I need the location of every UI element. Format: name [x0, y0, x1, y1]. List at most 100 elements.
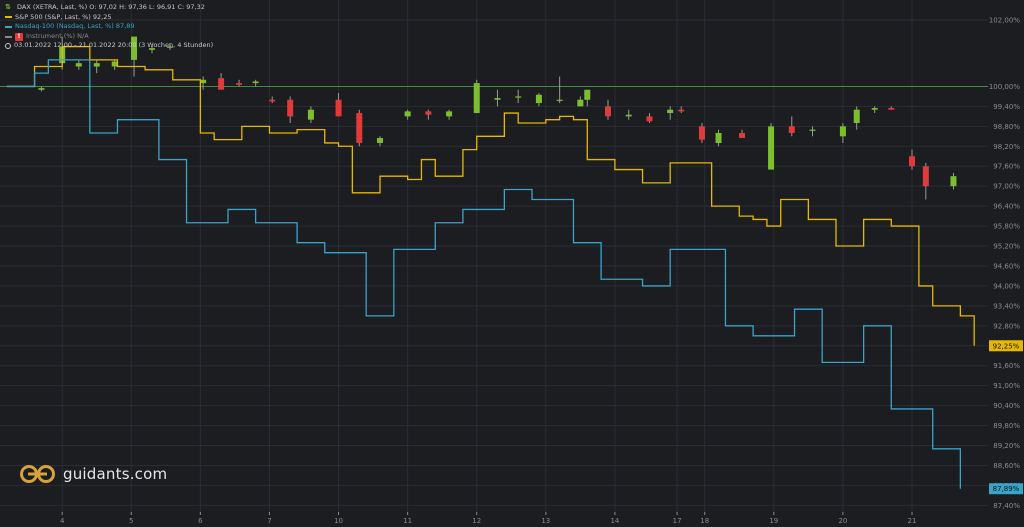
instrument-swatch-icon [5, 35, 12, 38]
y-tick-label: 91,00% [993, 382, 1020, 390]
dax-candle-body [871, 108, 878, 110]
sp500-series-line [6, 45, 975, 346]
y-tick-label: 93,40% [993, 302, 1020, 310]
y-tick-label: 98,20% [993, 143, 1020, 151]
x-tick-label: 18 [700, 517, 709, 525]
y-tick-label: 87,40% [993, 502, 1020, 510]
legend-instrument-label: Instrument (%) N/A [26, 31, 89, 40]
y-tick-label: 98,80% [993, 123, 1020, 131]
legend-nasdaq-label: Nasdaq-100 (Nasdaq, Last, %) 87,89 [15, 22, 135, 31]
logo-text: guidants.com [63, 465, 168, 483]
dax-candle-body [425, 111, 432, 115]
x-tick-label: 6 [198, 517, 203, 525]
dax-candle-body [646, 116, 653, 122]
legend-sp500[interactable]: S&P 500 (S&P, Last, %) 92,25 [5, 13, 213, 23]
dax-candle-body [473, 83, 480, 114]
sp500-last-value-label: 92,25% [993, 342, 1020, 350]
x-tick-label: 17 [673, 517, 682, 525]
dax-candle-body [922, 166, 929, 187]
dax-candle-body [335, 99, 342, 117]
y-tick-label: 94,00% [993, 282, 1020, 290]
y-tick-label: 100,00% [989, 83, 1020, 91]
warning-icon: ! [15, 32, 23, 41]
dax-candle-body [236, 83, 243, 85]
dax-candle-body [252, 81, 259, 84]
dax-candle-body [494, 98, 501, 100]
x-tick-label: 14 [610, 517, 619, 525]
dax-candle-body [667, 109, 674, 114]
dax-candle-body [577, 99, 584, 107]
x-tick-label: 20 [838, 517, 847, 525]
dax-candle-body [950, 176, 957, 187]
dax-candle-body [75, 63, 82, 67]
x-tick-label: 10 [334, 517, 343, 525]
dax-candle-body [678, 109, 685, 112]
y-tick-label: 95,20% [993, 243, 1020, 251]
dax-candle-body [715, 132, 722, 143]
dax-candle-body [788, 126, 795, 133]
y-tick-label: 90,40% [993, 402, 1020, 410]
legend-nasdaq[interactable]: Nasdaq-100 (Nasdaq, Last, %) 87,89 [5, 22, 213, 32]
nasdaq-series-line [6, 59, 962, 489]
x-tick-label: 11 [403, 517, 412, 525]
legend-dax[interactable]: ⇅ DAX (XETRA, Last, %) O: 97,02 H: 97,36… [5, 3, 213, 13]
x-axis: 4 5 6 7 10 11 12 13 14 17 18 19 20 21 [60, 512, 917, 525]
dax-candle-body [909, 156, 915, 167]
dax-candle-body [739, 132, 746, 138]
x-tick-label: 12 [472, 517, 481, 525]
y-tick-label: 88,60% [993, 462, 1020, 470]
chart-legend: ⇅ DAX (XETRA, Last, %) O: 97,02 H: 97,36… [5, 3, 213, 51]
dax-candle-body [446, 111, 453, 117]
dax-candles [38, 36, 957, 200]
dax-candle-body [38, 88, 45, 90]
dax-candle-body [556, 99, 563, 101]
dax-candle-body [93, 63, 100, 67]
y-tick-label: 89,80% [993, 422, 1020, 430]
x-tick-label: 19 [769, 517, 778, 525]
dax-candle-body [768, 126, 775, 170]
y-tick-label: 97,00% [993, 183, 1020, 191]
clock-icon [5, 43, 11, 50]
dax-candle-body [584, 89, 591, 100]
legend-sp500-label: S&P 500 (S&P, Last, %) 92,25 [15, 12, 112, 21]
x-tick-label: 13 [541, 517, 550, 525]
guidants-logo[interactable]: guidants.com [19, 464, 167, 484]
dax-candle-body [535, 94, 542, 104]
y-tick-label: 102,00% [989, 16, 1020, 24]
sp500-swatch-icon [5, 16, 12, 19]
x-tick-label: 7 [267, 517, 271, 525]
nasdaq-swatch-icon [5, 25, 12, 28]
guidants-logo-icon [20, 465, 55, 483]
y-tick-label: 91,60% [993, 362, 1020, 370]
dax-candle-body [404, 111, 411, 117]
dax-candle-body [307, 109, 314, 120]
y-tick-label: 97,60% [993, 163, 1020, 171]
dax-candle-body [200, 79, 207, 84]
y-tick-label: 95,80% [993, 223, 1020, 231]
dax-candle-body [888, 108, 895, 110]
dax-candle-body [269, 99, 276, 102]
y-axis: 87,40%88,00%88,60%89,20%89,80%90,40%91,0… [989, 16, 1020, 509]
dax-candle-body [698, 126, 705, 140]
y-tick-label: 92,80% [993, 322, 1020, 330]
nasdaq-last-value-label: 87,89% [993, 485, 1020, 493]
x-tick-label: 4 [60, 517, 65, 525]
dax-candle-body [853, 109, 860, 124]
dax-candle-body [515, 96, 522, 98]
dax-candle-body [111, 61, 118, 67]
chart-canvas[interactable]: 87,40%88,00%88,60%89,20%89,80%90,40%91,0… [0, 0, 1024, 527]
legend-range-label: 03.01.2022 12:00 - 21.01.2022 20:00 (3 W… [14, 41, 214, 50]
dax-candle-body [218, 78, 225, 90]
y-tick-label: 89,20% [993, 442, 1020, 450]
y-tick-label: 99,40% [993, 103, 1020, 111]
y-tick-label: 94,60% [993, 262, 1020, 270]
dax-candle-body [809, 129, 816, 131]
x-tick-label: 5 [129, 517, 133, 525]
dax-candle-body [377, 137, 383, 143]
candlestick-icon: ⇅ [5, 3, 11, 11]
dax-candle-body [839, 126, 846, 137]
legend-instrument[interactable]: ! Instrument (%) N/A [5, 32, 213, 42]
legend-range: 03.01.2022 12:00 - 21.01.2022 20:00 (3 W… [5, 41, 213, 51]
legend-dax-label: DAX (XETRA, Last, %) O: 97,02 H: 97,36 L… [17, 3, 205, 11]
x-tick-label: 21 [908, 517, 917, 525]
